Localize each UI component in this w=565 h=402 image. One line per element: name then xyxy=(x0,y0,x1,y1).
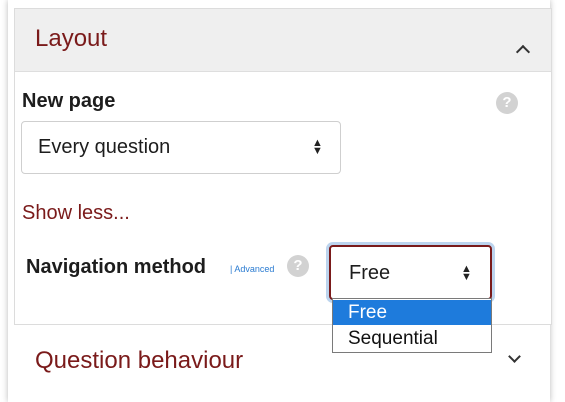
navigation-method-dropdown: Free Sequential xyxy=(332,298,492,353)
new-page-label: New page xyxy=(22,90,116,112)
sort-arrows-icon: ▲ ▼ xyxy=(461,263,472,283)
dropdown-option-sequential[interactable]: Sequential xyxy=(333,326,491,351)
help-icon[interactable]: ? xyxy=(496,92,518,114)
new-page-select[interactable]: Every question ▲ ▼ xyxy=(21,121,341,174)
navigation-method-selected-value: Free xyxy=(349,262,391,284)
dropdown-option-free[interactable]: Free xyxy=(333,300,491,325)
show-less-link[interactable]: Show less... xyxy=(22,202,130,225)
advanced-tag: | Advanced xyxy=(230,264,275,274)
navigation-method-label: Navigation method xyxy=(26,256,207,278)
question-behaviour-section-title[interactable]: Question behaviour xyxy=(35,347,243,375)
new-page-selected-value: Every question xyxy=(38,136,171,158)
navigation-method-select[interactable]: Free ▲ ▼ xyxy=(329,245,492,300)
layout-section-header[interactable]: Layout xyxy=(15,9,551,72)
help-icon[interactable]: ? xyxy=(287,255,309,277)
chevron-up-icon[interactable] xyxy=(515,44,531,60)
layout-section-title[interactable]: Layout xyxy=(35,25,107,53)
sort-arrows-icon: ▲ ▼ xyxy=(312,137,323,157)
